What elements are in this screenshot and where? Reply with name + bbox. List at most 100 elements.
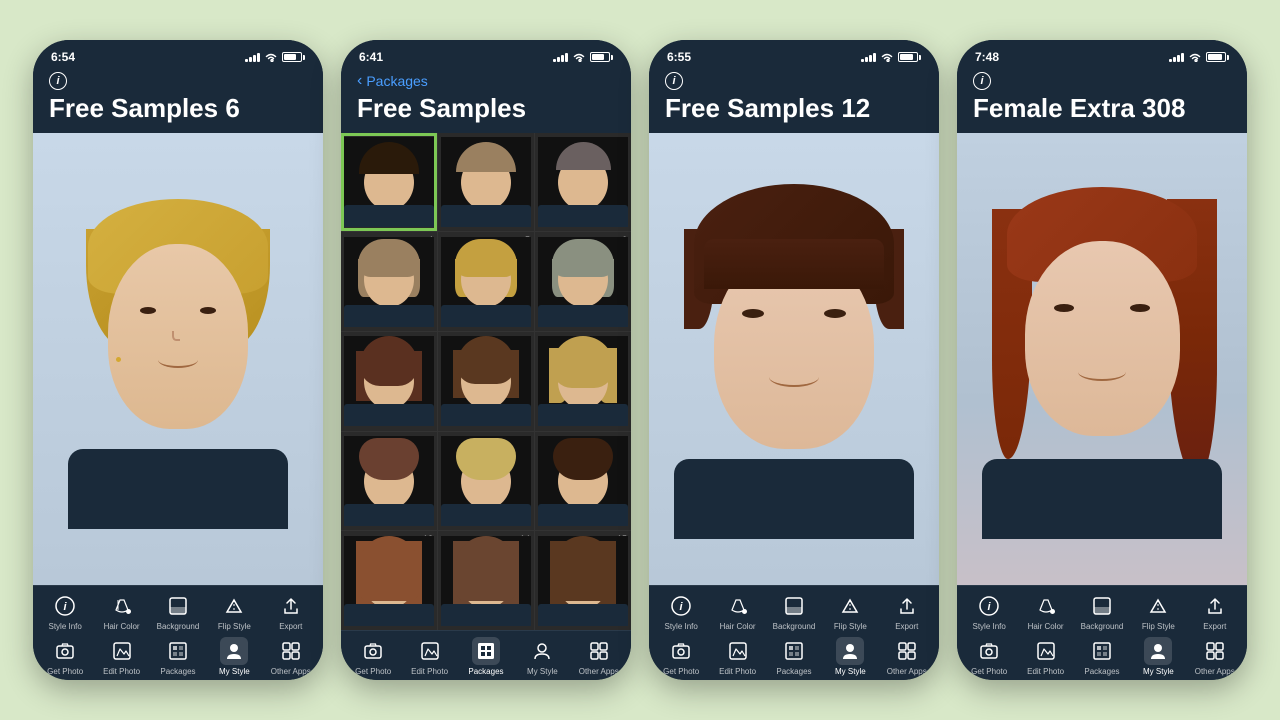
header-4: i Female Extra 308 xyxy=(957,68,1247,133)
status-icons-3 xyxy=(861,52,921,62)
get-photo-btn-4[interactable]: Get Photo xyxy=(967,637,1011,676)
my-style-icon-3 xyxy=(836,637,864,665)
edit-photo-btn-2[interactable]: Edit Photo xyxy=(408,637,452,676)
hair-color-btn-4[interactable]: Hair Color xyxy=(1024,592,1068,631)
wifi-icon-3 xyxy=(880,52,894,62)
grid-item-15[interactable]: 15 xyxy=(535,531,631,630)
edit-photo-label-1: Edit Photo xyxy=(103,667,140,676)
toolbar-bottom-3: Get Photo Edit Photo Packages My Style xyxy=(649,637,939,676)
get-photo-label-4: Get Photo xyxy=(971,667,1007,676)
edit-photo-btn-1[interactable]: Edit Photo xyxy=(100,637,144,676)
packages-btn-2[interactable]: Packages xyxy=(464,637,508,676)
hair-color-label-3: Hair Color xyxy=(720,622,756,631)
background-btn-3[interactable]: Background xyxy=(772,592,816,631)
my-style-btn-1[interactable]: My Style xyxy=(212,637,256,676)
hair-color-btn-1[interactable]: Hair Color xyxy=(100,592,144,631)
time-1: 6:54 xyxy=(51,50,75,64)
toolbar-top-1: i Style Info Hair Color Background xyxy=(33,592,323,637)
background-btn-4[interactable]: Background xyxy=(1080,592,1124,631)
edit-photo-icon-2 xyxy=(416,637,444,665)
export-label-3: Export xyxy=(895,622,918,631)
my-style-label-3: My Style xyxy=(835,667,866,676)
grid-item-5[interactable]: 5 xyxy=(438,232,534,331)
style-info-btn-1[interactable]: i Style Info xyxy=(43,592,87,631)
phone-4: 7:48 i Female Extra 308 xyxy=(957,40,1247,680)
background-label-3: Background xyxy=(773,622,816,631)
toolbar-2: Get Photo Edit Photo Packages My Style xyxy=(341,630,631,680)
background-icon-3 xyxy=(780,592,808,620)
style-info-btn-3[interactable]: i Style Info xyxy=(659,592,703,631)
signal-icon-3 xyxy=(861,52,876,62)
other-apps-btn-1[interactable]: Other Apps xyxy=(269,637,313,676)
grid-item-2[interactable]: 2 xyxy=(438,133,534,232)
flip-style-btn-4[interactable]: Flip Style xyxy=(1136,592,1180,631)
info-tool-icon-4: i xyxy=(975,592,1003,620)
style-grid: 1 2 3 xyxy=(341,133,631,630)
svg-text:i: i xyxy=(680,601,684,613)
packages-btn-3[interactable]: Packages xyxy=(772,637,816,676)
packages-btn-4[interactable]: Packages xyxy=(1080,637,1124,676)
hair-color-btn-3[interactable]: Hair Color xyxy=(716,592,760,631)
grid-item-4[interactable]: 4 xyxy=(341,232,437,331)
title-3: Free Samples 12 xyxy=(665,94,923,123)
time-4: 7:48 xyxy=(975,50,999,64)
toolbar-3: i Style Info Hair Color Background xyxy=(649,585,939,680)
grid-item-14[interactable]: 14 xyxy=(438,531,534,630)
info-icon-1[interactable]: i xyxy=(49,72,67,90)
flip-style-btn-1[interactable]: Flip Style xyxy=(212,592,256,631)
phone-3: 6:55 i Free Samples 12 xyxy=(649,40,939,680)
style-info-btn-4[interactable]: i Style Info xyxy=(967,592,1011,631)
title-2: Free Samples xyxy=(357,94,615,123)
flip-style-btn-3[interactable]: Flip Style xyxy=(828,592,872,631)
export-btn-1[interactable]: Export xyxy=(269,592,313,631)
content-3 xyxy=(649,133,939,585)
header-3: i Free Samples 12 xyxy=(649,68,939,133)
export-btn-4[interactable]: Export xyxy=(1193,592,1237,631)
my-style-btn-3[interactable]: My Style xyxy=(828,637,872,676)
export-btn-3[interactable]: Export xyxy=(885,592,929,631)
grid-item-9[interactable]: 9 xyxy=(535,332,631,431)
my-style-btn-4[interactable]: My Style xyxy=(1136,637,1180,676)
camera-icon-1 xyxy=(51,637,79,665)
get-photo-btn-1[interactable]: Get Photo xyxy=(43,637,87,676)
toolbar-bottom-4: Get Photo Edit Photo Packages My Style xyxy=(957,637,1247,676)
flip-icon-4 xyxy=(1144,592,1172,620)
grid-item-11[interactable]: 11 xyxy=(438,432,534,531)
phone-1: 6:54 i Free Samples 6 xyxy=(33,40,323,680)
other-apps-btn-2[interactable]: Other Apps xyxy=(577,637,621,676)
hair-color-label-1: Hair Color xyxy=(104,622,140,631)
export-label-4: Export xyxy=(1203,622,1226,631)
info-icon-4[interactable]: i xyxy=(973,72,991,90)
my-style-btn-2[interactable]: My Style xyxy=(520,637,564,676)
get-photo-btn-3[interactable]: Get Photo xyxy=(659,637,703,676)
background-label-1: Background xyxy=(157,622,200,631)
style-info-label-1: Style Info xyxy=(49,622,82,631)
back-nav-2[interactable]: ‹ Packages xyxy=(357,72,615,90)
header-1: i Free Samples 6 xyxy=(33,68,323,133)
grid-item-6[interactable]: 6 xyxy=(535,232,631,331)
other-apps-btn-3[interactable]: Other Apps xyxy=(885,637,929,676)
signal-icon-2 xyxy=(553,52,568,62)
battery-icon-3 xyxy=(898,52,921,62)
info-icon-3[interactable]: i xyxy=(665,72,683,90)
other-apps-btn-4[interactable]: Other Apps xyxy=(1193,637,1237,676)
grid-item-1[interactable]: 1 xyxy=(341,133,437,232)
packages-icon-4 xyxy=(1088,637,1116,665)
grid-item-8[interactable]: 8 xyxy=(438,332,534,431)
status-icons-4 xyxy=(1169,52,1229,62)
packages-icon-1 xyxy=(164,637,192,665)
flip-icon-1 xyxy=(220,592,248,620)
grid-item-10[interactable]: 10 xyxy=(341,432,437,531)
status-bar-1: 6:54 xyxy=(33,40,323,68)
grid-item-7[interactable]: 7 xyxy=(341,332,437,431)
grid-item-13[interactable]: 13 xyxy=(341,531,437,630)
packages-btn-1[interactable]: Packages xyxy=(156,637,200,676)
background-btn-1[interactable]: Background xyxy=(156,592,200,631)
other-apps-icon-4 xyxy=(1201,637,1229,665)
grid-item-12[interactable]: 12 xyxy=(535,432,631,531)
get-photo-btn-2[interactable]: Get Photo xyxy=(351,637,395,676)
edit-photo-btn-4[interactable]: Edit Photo xyxy=(1024,637,1068,676)
edit-photo-btn-3[interactable]: Edit Photo xyxy=(716,637,760,676)
grid-item-3[interactable]: 3 xyxy=(535,133,631,232)
photo-bg-1 xyxy=(33,133,323,585)
